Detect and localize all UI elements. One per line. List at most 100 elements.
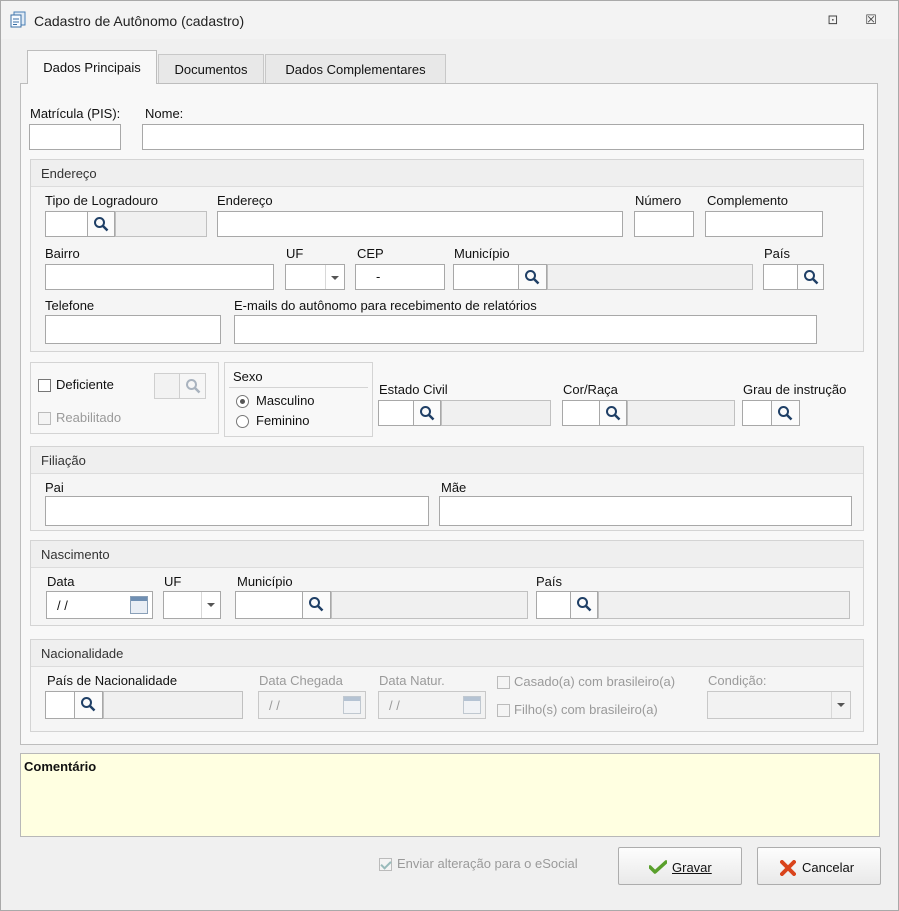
nacionalidade-group: Nacionalidade País de Nacionalidade Data…	[30, 639, 864, 732]
feminino-label: Feminino	[256, 413, 310, 428]
numero-label: Número	[635, 193, 682, 208]
checkmark-icon	[649, 860, 667, 874]
calendar-icon	[343, 696, 361, 714]
municipio-search-button[interactable]	[518, 264, 547, 290]
nascimento-data-value: / /	[57, 598, 68, 613]
data-natur-picker: / /	[378, 691, 486, 719]
municipio-description	[547, 264, 753, 290]
complemento-label: Complemento	[707, 193, 788, 208]
cep-label: CEP	[357, 246, 384, 261]
nome-label: Nome:	[145, 106, 184, 121]
endereco-input[interactable]	[217, 211, 623, 237]
comentario-label: Comentário	[24, 759, 97, 774]
nascimento-municipio-code-input[interactable]	[235, 591, 303, 619]
pais-nacionalidade-search-button[interactable]	[74, 691, 103, 719]
sexo-title: Sexo	[233, 369, 263, 384]
feminino-radio[interactable]	[236, 415, 249, 428]
gravar-label: Gravar	[672, 860, 712, 875]
mae-input[interactable]	[439, 496, 852, 526]
municipio-code-input[interactable]	[453, 264, 519, 290]
estado-civil-search-button[interactable]	[413, 400, 441, 426]
data-chegada-value: / /	[269, 698, 280, 713]
search-icon	[778, 406, 793, 421]
chevron-down-icon	[201, 592, 220, 618]
enviar-esocial-checkbox[interactable]	[379, 858, 392, 871]
deficiente-label: Deficiente	[56, 377, 114, 392]
deficiencia-box: Deficiente Reabilitado	[30, 362, 219, 434]
pai-input[interactable]	[45, 496, 429, 526]
restore-button[interactable]: ⊡	[823, 10, 843, 30]
emails-input[interactable]	[234, 315, 817, 344]
window-title: Cadastro de Autônomo (cadastro)	[34, 13, 245, 29]
reabilitado-checkbox	[38, 412, 51, 425]
endereco-field-label: Endereço	[217, 193, 273, 208]
grau-instrucao-search-button[interactable]	[771, 400, 800, 426]
cep-input[interactable]: -	[355, 264, 445, 290]
condicao-label: Condição:	[708, 673, 767, 688]
condicao-select	[707, 691, 851, 719]
cor-raca-code-input[interactable]	[562, 400, 600, 426]
grau-instrucao-label: Grau de instrução	[743, 382, 847, 397]
cancelar-label: Cancelar	[802, 860, 855, 875]
pais-search-button[interactable]	[797, 264, 824, 290]
masculino-label: Masculino	[256, 393, 315, 408]
nascimento-pais-search-button[interactable]	[570, 591, 598, 619]
gravar-button[interactable]: Gravar	[618, 847, 742, 885]
data-chegada-label: Data Chegada	[259, 673, 343, 688]
nascimento-municipio-label: Município	[237, 574, 293, 589]
cancel-x-icon	[780, 860, 796, 876]
search-icon	[420, 406, 435, 421]
mae-label: Mãe	[441, 480, 467, 495]
estado-civil-code-input[interactable]	[378, 400, 414, 426]
endereco-title: Endereço	[41, 166, 97, 181]
tipo-logradouro-search-button[interactable]	[87, 211, 115, 237]
grau-instrucao-code-input[interactable]	[742, 400, 772, 426]
comentario-memo[interactable]: Comentário	[20, 753, 880, 837]
calendar-icon[interactable]	[130, 596, 148, 614]
nascimento-data-label: Data	[47, 574, 75, 589]
search-icon	[804, 270, 819, 285]
search-icon	[81, 697, 96, 712]
tab-dados-principais[interactable]: Dados Principais	[27, 50, 157, 84]
pais-nacionalidade-description	[103, 691, 243, 719]
tipo-logradouro-code-input[interactable]	[45, 211, 88, 237]
search-icon	[577, 597, 592, 612]
nacionalidade-title: Nacionalidade	[41, 646, 124, 661]
reabilitado-label: Reabilitado	[56, 410, 122, 425]
tab-documentos[interactable]: Documentos	[158, 54, 264, 84]
search-icon	[186, 379, 201, 394]
uf-label: UF	[286, 246, 304, 261]
title-bar: Cadastro de Autônomo (cadastro) ⊡ ☒	[1, 1, 898, 39]
search-icon	[525, 270, 540, 285]
complemento-input[interactable]	[705, 211, 823, 237]
pais-label: País	[764, 246, 791, 261]
window: Cadastro de Autônomo (cadastro) ⊡ ☒ Dado…	[0, 0, 899, 911]
numero-input[interactable]	[634, 211, 694, 237]
matricula-label: Matrícula (PIS):	[30, 106, 121, 121]
nascimento-pais-code-input[interactable]	[536, 591, 571, 619]
telefone-input[interactable]	[45, 315, 221, 344]
bairro-input[interactable]	[45, 264, 274, 290]
nome-input[interactable]	[142, 124, 864, 150]
emails-label: E-mails do autônomo para recebimento de …	[234, 298, 537, 313]
app-document-icon	[10, 11, 26, 28]
pais-nacionalidade-code-input[interactable]	[45, 691, 75, 719]
search-icon	[94, 217, 109, 232]
nascimento-uf-select[interactable]	[163, 591, 221, 619]
nascimento-data-picker[interactable]: / /	[46, 591, 153, 619]
masculino-radio[interactable]	[236, 395, 249, 408]
filhos-brasileiro-checkbox	[497, 704, 510, 717]
uf-select[interactable]	[285, 264, 345, 290]
cor-raca-search-button[interactable]	[599, 400, 627, 426]
filiacao-title: Filiação	[41, 453, 86, 468]
deficiente-checkbox[interactable]	[38, 379, 51, 392]
tab-dados-complementares[interactable]: Dados Complementares	[265, 54, 446, 84]
nascimento-municipio-search-button[interactable]	[302, 591, 331, 619]
close-button[interactable]: ☒	[861, 10, 881, 30]
endereco-header: Endereço	[31, 160, 863, 187]
matricula-input[interactable]	[29, 124, 121, 150]
cor-raca-description	[627, 400, 735, 426]
pais-code-input[interactable]	[763, 264, 798, 290]
cancelar-button[interactable]: Cancelar	[757, 847, 881, 885]
tipo-logradouro-description	[115, 211, 207, 237]
